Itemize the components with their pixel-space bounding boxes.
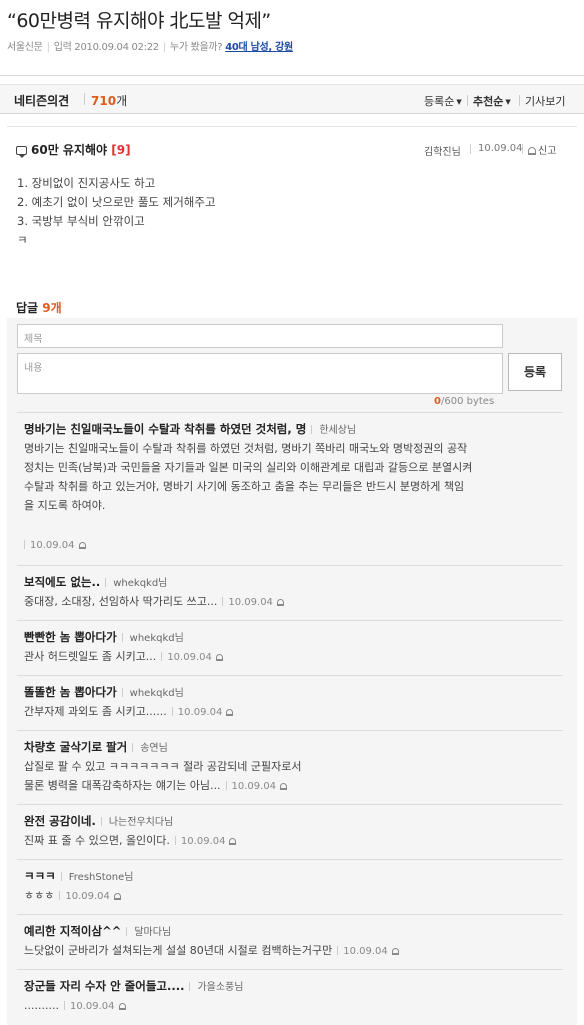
reply-body: 중대장, 소대장, 선임하사 딱가리도 쓰고... 10.09.04 [24,592,554,612]
reply-body: 삽질로 팔 수 있고 ㅋㅋㅋㅋㅋㅋㅋ 절라 공감되네 군필자로서 물론 병력을 … [24,760,302,792]
reply-date: 10.09.04 [231,781,277,792]
reply-date: 10.09.04 [69,1001,115,1012]
article-header: “60만병력 유지해야 北도발 억제” 서울신문 | 입력 2010.09.04 0… [0,0,584,76]
sort-by-date[interactable]: 등록순 ▼ [424,93,462,109]
reply-item: 장군들 자리 수자 안 줄어들고.... 가을소풍님 .......... 10.0… [17,969,563,1023]
posted-time: 2010.09.04 02:22 [74,42,159,53]
reply-author[interactable]: whekqkd님 [130,688,184,699]
report-icon [528,147,536,155]
reply-area: 제목 내용 등록 0/600 bytes 명바기는 친일매국노들이 수탈과 착취… [7,318,577,1025]
reply-body: ㅎㅎㅎ 10.09.04 [24,886,554,906]
best-comment-date: 10.09.04 [478,143,523,154]
reply-item: 똘똘한 놈 뽑아다가 whekqkd님 간부자제 과외도 좀 시키고...... 1… [17,675,563,727]
report-icon[interactable] [229,838,237,845]
reply-author[interactable]: 송연님 [140,743,168,754]
article-title: “60만병력 유지해야 北도발 억제” [7,10,271,32]
reply-date: 10.09.04 [167,652,212,663]
reply-body: 느닷없이 군바리가 설쳐되는게 설설 80년대 시절로 컴백하는거구만 10.09… [24,941,554,961]
reply-title: 명바기는 친일매국노들이 수탈과 착취를 하였던 것처럼, 명 [24,422,307,436]
report-icon[interactable] [118,1003,126,1010]
reply-item: 차량호 굴삭기로 팔거 송연님 삽질로 팔 수 있고 ㅋㅋㅋㅋㅋㅋㅋ 절라 공감되… [17,730,563,802]
reply-date: 10.09.04 [177,707,223,718]
reply-item: 보직에도 없는.. whekqkd님 중대장, 소대장, 선임하사 딱가리도 쓰고… [17,565,563,617]
caret-down-icon: ▼ [456,98,462,106]
reply-date: 10.09.04 [65,891,110,902]
report-button[interactable]: 신고 [528,142,556,157]
reply-title: 장군들 자리 수자 안 줄어들고.... [24,979,185,993]
report-icon[interactable] [226,709,234,716]
reply-body: 관사 허드렛일도 좀 시키고... 10.09.04 [24,647,554,667]
comments-label: 네티즌의견 [14,94,70,108]
reply-author[interactable]: whekqkd님 [130,633,184,644]
reply-body: 진짜 표 줄 수 있으면, 올인이다. 10.09.04 [24,831,554,851]
reply-body: .......... 10.09.04 [24,996,554,1016]
reply-author[interactable]: FreshStone님 [69,872,134,883]
reply-title: 보직에도 없는.. [24,575,101,589]
best-comment-body: 1. 장비없이 진지공사도 하고 2. 예초기 없이 낫으로만 풀도 제거해주고… [17,176,216,247]
report-icon[interactable] [113,893,121,900]
reply-body-input[interactable]: 내용 [17,353,503,394]
reply-author[interactable]: 달마다님 [134,927,171,938]
viewers-link[interactable]: 40대 남성, 강원 [225,42,293,53]
reply-title: 똘똘한 놈 뽑아다가 [24,685,117,699]
article-meta: 서울신문 | 입력 2010.09.04 02:22 | 누가 봤을까? 40대 남성,… [7,42,293,53]
reply-author[interactable]: whekqkd님 [113,578,167,589]
report-icon[interactable] [391,948,399,955]
report-icon[interactable] [78,542,86,549]
sort-by-recommend[interactable]: 추천순 ▼ [473,93,511,109]
reply-date: 10.09.04 [180,836,226,847]
caret-down-icon: ▼ [505,98,511,106]
reply-item: 예리한 지적이삼^^ 달마다님 느닷없이 군바리가 설쳐되는게 설설 80년대 시… [17,914,563,966]
reply-date: 10.09.04 [30,540,75,551]
reply-item: 빤빤한 놈 뽑아다가 whekqkd님 관사 허드렛일도 좀 시키고... 10.0… [17,620,563,672]
reply-item: 명바기는 친일매국노들이 수탈과 착취를 하였던 것처럼, 명 한세상님 명바기는… [17,412,563,562]
reply-item: 완전 공감이네. 나는전우치다님 진짜 표 줄 수 있으면, 올인이다. 10.09… [17,804,563,856]
reply-count: [9] [111,143,131,157]
reply-date: 10.09.04 [228,597,273,608]
report-icon[interactable] [276,599,284,606]
byte-counter: 0/600 bytes [434,396,495,407]
viewers-label: 누가 봤을까? [169,42,223,53]
reply-title: ㅋㅋㅋ [24,869,56,883]
reply-title: 빤빤한 놈 뽑아다가 [24,630,117,644]
reply-author[interactable]: 가을소풍님 [197,982,243,993]
report-icon[interactable] [280,783,288,790]
comment-bar: 네티즌의견 710개 등록순 ▼ 추천순 ▼ 기사보기 [0,84,584,114]
report-icon[interactable] [215,654,223,661]
speech-bubble-icon [16,146,27,158]
reply-title: 예리한 지적이삼^^ [24,924,122,938]
reply-date: 10.09.04 [343,946,388,957]
reply-item: ㅋㅋㅋ FreshStone님 ㅎㅎㅎ 10.09.04 [17,859,563,911]
view-article-link[interactable]: 기사보기 [525,93,565,109]
best-comment-author[interactable]: 김학진님 [424,143,461,158]
reply-author[interactable]: 한세상님 [319,425,356,436]
comments-count: 710개 [91,94,128,108]
article-source: 서울신문 [7,42,43,53]
reply-title-input[interactable]: 제목 [17,324,503,348]
replies-header: 답글 9개 [16,301,62,315]
reply-body: 간부자제 과외도 좀 시키고...... 10.09.04 [24,702,554,722]
reply-author[interactable]: 나는전우치다님 [109,817,173,828]
reply-title: 완전 공감이네. [24,814,96,828]
posted-label: 입력 [53,42,72,53]
best-comment-title[interactable]: 60만 유지해야 [9] [16,141,131,158]
submit-button[interactable]: 등록 [508,353,562,391]
reply-body: 명바기는 친일매국노들이 수탈과 착취를 하였던 것처럼, 명바기 쪽바리 매국… [24,442,473,512]
reply-title: 차량호 굴삭기로 팔거 [24,740,128,754]
